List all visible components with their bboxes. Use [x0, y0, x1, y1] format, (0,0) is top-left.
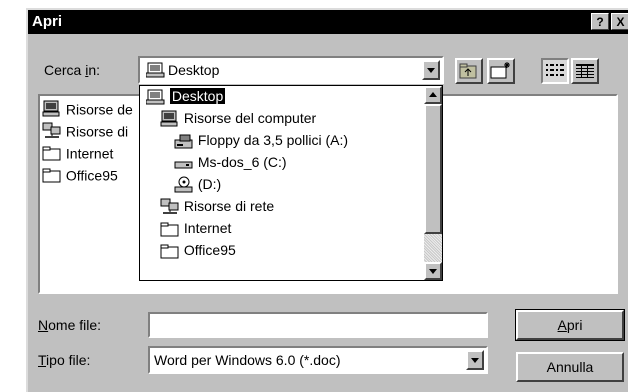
dropdown-item-label: Floppy da 3,5 pollici (A:): [197, 132, 349, 148]
dropdown-scrollbar[interactable]: [424, 86, 442, 280]
list-item-label: Risorse de: [65, 101, 133, 118]
look-in-label: Cerca in:: [44, 62, 100, 78]
floppy-icon: [174, 134, 193, 149]
folder-icon: [42, 168, 61, 183]
dropdown-item-label: Risorse del computer: [183, 110, 317, 126]
dropdown-item-internet[interactable]: Internet: [160, 220, 231, 240]
network-icon: [42, 122, 61, 139]
file-type-label: Tipo file:: [38, 352, 90, 368]
up-one-level-button[interactable]: [455, 58, 483, 84]
folder-icon: [160, 244, 179, 259]
desktop-icon: [146, 89, 165, 105]
cancel-button[interactable]: Annulla: [516, 352, 624, 382]
chevron-down-icon: [471, 358, 479, 363]
look-in-label-post: n:: [88, 62, 101, 78]
file-type-label-post: ipo file:: [46, 352, 91, 368]
cdrom-icon: [174, 176, 193, 193]
dropdown-item-label: (D:): [197, 176, 222, 192]
file-type-dropdown-button[interactable]: [466, 350, 484, 370]
up-folder-icon: [459, 63, 477, 79]
file-type-combo[interactable]: Word per Windows 6.0 (*.doc): [148, 346, 488, 374]
scroll-thumb[interactable]: [424, 104, 442, 234]
new-folder-icon: [490, 62, 510, 79]
dropdown-item-label: Office95: [183, 242, 236, 258]
help-button[interactable]: ?: [591, 13, 609, 30]
chevron-down-icon: [429, 269, 437, 274]
folder-icon: [42, 146, 61, 161]
dropdown-item-c-drive[interactable]: Ms-dos_6 (C:): [174, 154, 287, 174]
title-bar: Apri: [28, 10, 628, 34]
list-item[interactable]: Internet: [42, 144, 113, 164]
open-dialog: Apri ? X Cerca in: Desktop Risorse de Ri…: [26, 8, 628, 392]
chevron-down-icon: [427, 68, 435, 73]
file-name-label: Nome file:: [38, 317, 101, 333]
dropdown-item-desktop[interactable]: Desktop: [146, 87, 227, 108]
dropdown-item-d-drive[interactable]: (D:): [174, 176, 221, 196]
list-item-label: Internet: [65, 145, 114, 162]
look-in-dropdown-button[interactable]: [422, 60, 440, 80]
list-item-label: Risorse di: [65, 123, 129, 140]
list-item[interactable]: Risorse de: [42, 100, 133, 120]
new-folder-button[interactable]: [487, 58, 515, 84]
computer-icon: [42, 100, 60, 117]
scroll-up-button[interactable]: [424, 86, 442, 104]
close-button[interactable]: X: [611, 13, 628, 30]
list-view-icon: [546, 64, 564, 76]
dropdown-item-label: Ms-dos_6 (C:): [197, 154, 287, 170]
desktop-icon: [146, 62, 165, 78]
look-in-label-pre: Cerca: [44, 62, 86, 78]
look-in-dropdown-list[interactable]: Desktop Risorse del computer Floppy da 3…: [139, 85, 443, 281]
file-type-label-key: T: [38, 352, 47, 368]
help-button-label: ?: [596, 15, 604, 29]
window-title: Apri: [32, 13, 62, 30]
dropdown-item-label: Internet: [183, 220, 232, 236]
dropdown-item-floppy[interactable]: Floppy da 3,5 pollici (A:): [174, 132, 348, 152]
dropdown-item-label: Risorse di rete: [183, 198, 275, 214]
list-item[interactable]: Office95: [42, 166, 118, 186]
folder-icon: [160, 222, 179, 237]
computer-icon: [160, 110, 178, 127]
open-button-label: pri: [566, 317, 583, 333]
dropdown-item-office95[interactable]: Office95: [160, 242, 236, 262]
list-view-button[interactable]: [541, 58, 569, 84]
look-in-combo[interactable]: Desktop: [138, 56, 444, 84]
look-in-value: Desktop: [168, 62, 220, 78]
dropdown-item-network[interactable]: Risorse di rete: [160, 198, 274, 218]
details-view-button[interactable]: [571, 58, 599, 84]
dropdown-item-label: Desktop: [168, 87, 227, 105]
network-icon: [160, 198, 179, 215]
list-item-label: Office95: [65, 167, 118, 184]
file-name-label-key: N: [38, 317, 49, 333]
close-button-label: X: [616, 15, 625, 29]
file-name-label-post: ome file:: [48, 317, 102, 333]
dropdown-item-my-computer[interactable]: Risorse del computer: [160, 110, 316, 130]
cancel-button-label: Annulla: [546, 359, 594, 375]
file-name-input[interactable]: [148, 312, 488, 338]
open-button[interactable]: Apri: [515, 309, 625, 341]
open-button-key: A: [557, 317, 567, 333]
file-type-value: Word per Windows 6.0 (*.doc): [154, 352, 341, 368]
chevron-up-icon: [429, 92, 437, 97]
list-item[interactable]: Risorse di: [42, 122, 128, 142]
details-view-icon: [576, 64, 594, 78]
hard-drive-icon: [174, 161, 193, 169]
scroll-down-button[interactable]: [424, 262, 442, 280]
